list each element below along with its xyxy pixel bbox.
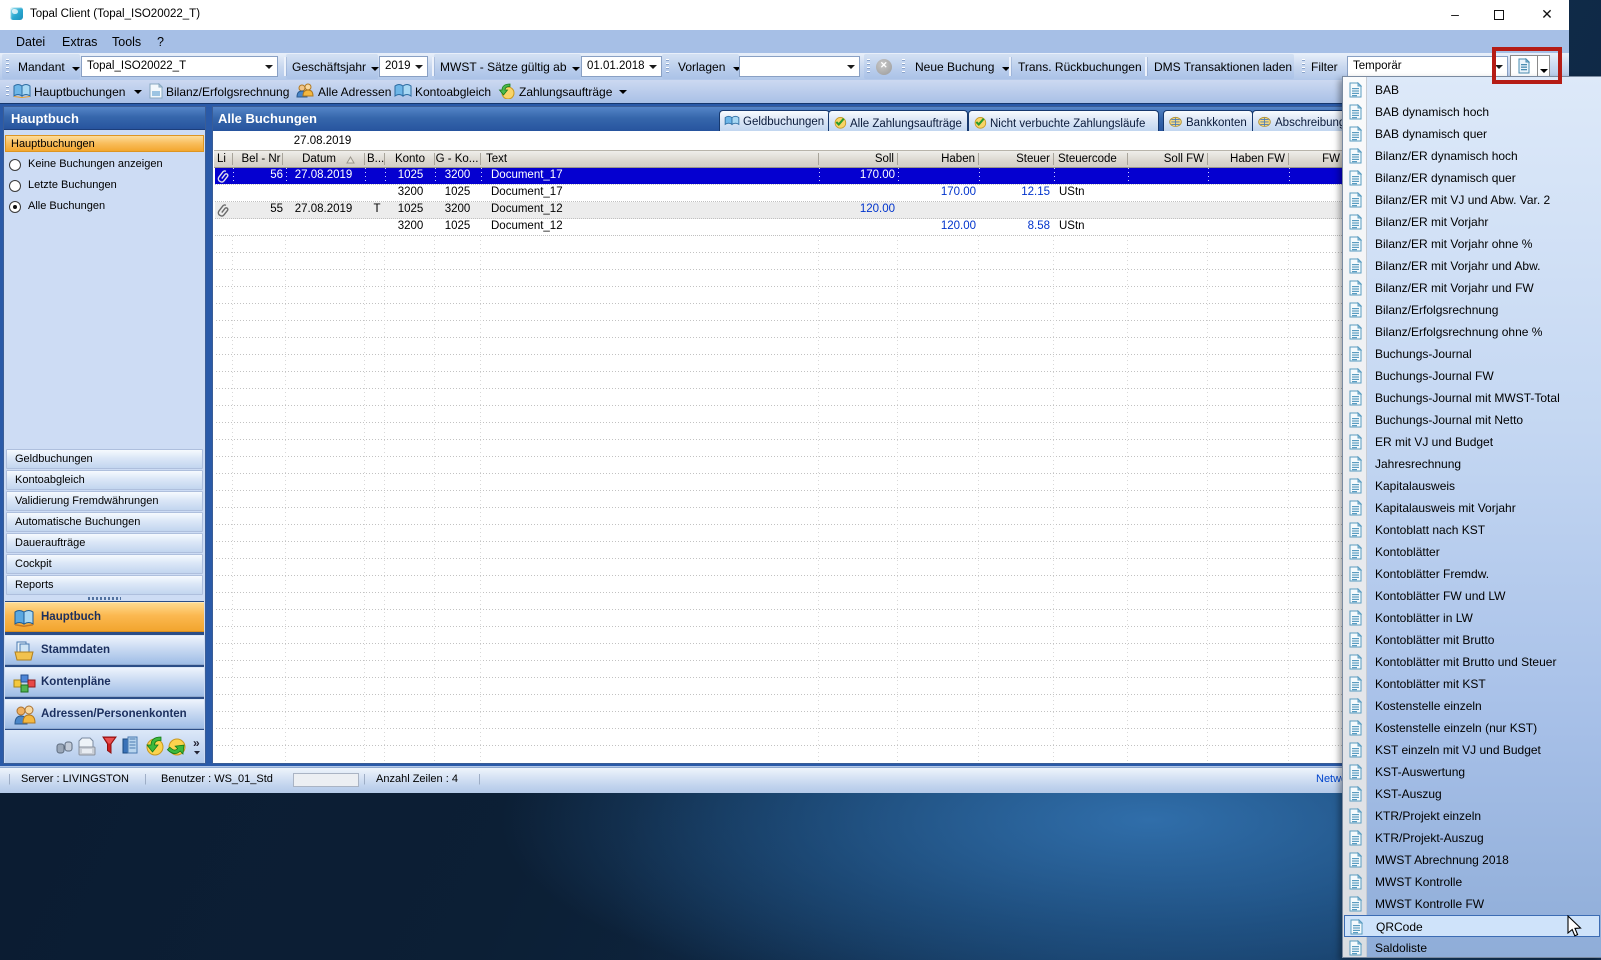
svg-text:»: » bbox=[193, 736, 200, 750]
